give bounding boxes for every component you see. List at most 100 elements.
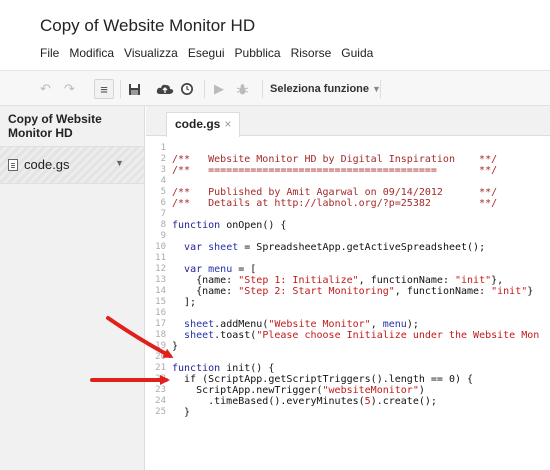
code-token: "Step 2: Start Monitoring" bbox=[238, 286, 395, 297]
indent-icon[interactable]: ≡ bbox=[94, 79, 114, 99]
code-line: var sheet = SpreadsheetApp.getActiveSpre… bbox=[172, 242, 485, 253]
code-token: /** Website Monitor HD by Digital Inspir… bbox=[172, 154, 498, 165]
save-icon[interactable] bbox=[128, 79, 141, 99]
code-token: "websiteMonitor" bbox=[322, 385, 419, 396]
code-line: if (ScriptApp.getScriptTriggers().length… bbox=[172, 374, 473, 385]
code-token: var bbox=[184, 242, 203, 253]
line-number: 8 bbox=[160, 220, 166, 230]
code-token: "init" bbox=[454, 275, 492, 286]
play-icon[interactable]: ▶ bbox=[214, 79, 224, 99]
line-number: 25 bbox=[155, 407, 166, 417]
code-token: sheet bbox=[184, 330, 215, 341]
code-line: /** Website Monitor HD by Digital Inspir… bbox=[172, 154, 497, 165]
code-token: menu bbox=[382, 319, 407, 330]
code-line: ]; bbox=[172, 297, 196, 308]
code-token: onOpen() { bbox=[220, 220, 287, 231]
line-number: 12 bbox=[155, 264, 166, 274]
code-token: function bbox=[172, 220, 221, 231]
menu-modifica[interactable]: Modifica bbox=[69, 46, 114, 60]
code-token: "Please choose Initialize under the Webs… bbox=[256, 330, 540, 341]
code-token: , functionName: bbox=[358, 275, 455, 286]
menu-esegui[interactable]: Esegui bbox=[188, 46, 225, 60]
cloud-icon[interactable] bbox=[156, 79, 174, 99]
tab-label: code.gs bbox=[175, 117, 221, 131]
line-number: 16 bbox=[155, 308, 166, 318]
code-line: } bbox=[172, 341, 178, 352]
redo-icon[interactable]: ↷ bbox=[64, 79, 75, 99]
toolbar-divider bbox=[204, 80, 205, 98]
code-token: {name: bbox=[172, 286, 239, 297]
clock-icon[interactable] bbox=[180, 79, 194, 99]
code-line: function init() { bbox=[172, 363, 274, 374]
toolbar-divider bbox=[380, 80, 381, 98]
line-number: 10 bbox=[155, 242, 166, 252]
line-number: 22 bbox=[155, 374, 166, 384]
code-token: .timeBased().everyMinutes( bbox=[172, 396, 365, 407]
line-number: 6 bbox=[160, 198, 166, 208]
code-token: ).create(); bbox=[370, 396, 437, 407]
toolbar-divider bbox=[262, 80, 263, 98]
line-number: 13 bbox=[155, 275, 166, 285]
line-number: 21 bbox=[155, 363, 166, 373]
code-line: sheet.addMenu("Website Monitor", menu); bbox=[172, 319, 419, 330]
code-token: , bbox=[370, 319, 383, 330]
code-editor[interactable]: 1 2 3 4 5 6 7 8 9 10 11 12 13 14 15 16 17 18 19 20 21 22 23 24 2… bbox=[146, 137, 550, 470]
line-number: 4 bbox=[160, 176, 166, 186]
code-token: {name: bbox=[172, 275, 239, 286]
code-token: , functionName: bbox=[394, 286, 492, 297]
code-line: } bbox=[172, 407, 190, 418]
file-sidebar: Copy of Website Monitor HD code.gs ▼ bbox=[0, 106, 145, 470]
project-name: Copy of Website Monitor HD bbox=[8, 112, 102, 140]
code-token: if (ScriptApp.getScriptTriggers().length… bbox=[172, 374, 474, 385]
line-number: 3 bbox=[160, 165, 166, 175]
menu-visualizza[interactable]: Visualizza bbox=[124, 46, 178, 60]
code-line: /** Details at http://labnol.org/?p=2538… bbox=[172, 198, 497, 209]
code-token: .toast( bbox=[214, 330, 257, 341]
close-icon[interactable]: × bbox=[224, 117, 231, 131]
code-line: function onOpen() { bbox=[172, 220, 286, 231]
menu-risorse[interactable]: Risorse bbox=[291, 46, 332, 60]
line-number: 18 bbox=[155, 330, 166, 340]
code-token: = SpreadsheetApp.getActiveSpreadsheet(); bbox=[238, 242, 486, 253]
code-token: .addMenu( bbox=[214, 319, 269, 330]
function-select-label: Seleziona funzione bbox=[270, 83, 370, 95]
menu-guida[interactable]: Guida bbox=[341, 46, 373, 60]
tab-code-gs[interactable]: code.gs × bbox=[166, 112, 241, 137]
code-token: init() { bbox=[220, 363, 275, 374]
line-number: 1 bbox=[160, 143, 166, 153]
line-number: 15 bbox=[155, 297, 166, 307]
line-number: 20 bbox=[155, 352, 166, 362]
chevron-down-icon[interactable]: ▼ bbox=[115, 158, 124, 168]
line-number: 11 bbox=[155, 253, 166, 263]
menu-file[interactable]: File bbox=[40, 46, 59, 60]
undo-icon[interactable]: ↶ bbox=[40, 79, 51, 99]
menu-pubblica[interactable]: Pubblica bbox=[235, 46, 281, 60]
code-token: } bbox=[172, 407, 191, 418]
line-number: 9 bbox=[160, 231, 166, 241]
code-line: .timeBased().everyMinutes(5).create(); bbox=[172, 396, 437, 407]
code-token: sheet bbox=[184, 319, 215, 330]
tab-bar: code.gs × bbox=[146, 106, 550, 137]
code-token: var bbox=[184, 264, 203, 275]
code-token: sheet bbox=[208, 242, 239, 253]
code-token: ScriptApp.newTrigger( bbox=[172, 385, 323, 396]
bug-icon[interactable] bbox=[236, 79, 249, 99]
line-number: 14 bbox=[155, 286, 166, 296]
function-select[interactable]: Seleziona funzione ▼ bbox=[270, 83, 381, 95]
code-token: = [ bbox=[232, 264, 257, 275]
code-token: ]; bbox=[172, 297, 197, 308]
file-icon bbox=[8, 159, 18, 171]
code-token: ); bbox=[406, 319, 419, 330]
code-token: /** Details at http://labnol.org/?p=2538… bbox=[172, 198, 498, 209]
line-number-gutter: 1 2 3 4 5 6 7 8 9 10 11 12 13 14 15 16 17 18 19 20 21 22 23 24 2… bbox=[146, 137, 168, 470]
line-number: 19 bbox=[155, 341, 166, 351]
sidebar-file-code-gs[interactable]: code.gs ▼ bbox=[0, 146, 144, 184]
code-token: /** Published by Amit Agarwal on 09/14/2… bbox=[172, 187, 498, 198]
line-number: 24 bbox=[155, 396, 166, 406]
code-line: sheet.toast("Please choose Initialize un… bbox=[172, 330, 539, 341]
code-token: menu bbox=[208, 264, 233, 275]
code-token: "init" bbox=[491, 286, 528, 297]
